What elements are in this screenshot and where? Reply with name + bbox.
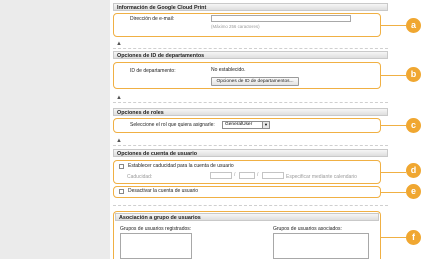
dept-id-label: ID de departamento: bbox=[130, 68, 176, 74]
associated-groups-list[interactable] bbox=[273, 233, 369, 259]
dept-section-header: Opciones de ID de departamentos bbox=[113, 51, 388, 59]
email-label: Dirección de e-mail: bbox=[130, 16, 175, 22]
callout-e: e bbox=[406, 184, 421, 199]
role-select[interactable]: GeneralUser ▼ bbox=[222, 121, 270, 129]
leader-line-b bbox=[381, 75, 406, 76]
deactivate-checkbox[interactable] bbox=[119, 189, 124, 194]
up-arrow-icon[interactable]: ▲ bbox=[116, 95, 122, 101]
expiry-checkbox-label: Establecer caducidad para la cuenta de u… bbox=[128, 163, 234, 169]
expiry-label: Caducidad: bbox=[127, 174, 153, 180]
leader-line-d bbox=[381, 172, 406, 173]
callout-b: b bbox=[406, 67, 421, 82]
expiry-year-input[interactable] bbox=[210, 172, 232, 179]
expiry-day-input[interactable] bbox=[262, 172, 284, 179]
leader-line-a bbox=[381, 25, 406, 26]
role-label: Seleccione el rol que quiera asignarle: bbox=[130, 122, 215, 128]
leader-line-e bbox=[381, 192, 406, 193]
email-input[interactable] bbox=[211, 15, 351, 22]
leader-line-f bbox=[381, 237, 406, 238]
calendar-link[interactable]: Especificar mediante calendario bbox=[286, 174, 357, 180]
deactivate-checkbox-label: Desactivar la cuenta de usuario bbox=[128, 188, 199, 194]
expiry-month-input[interactable] bbox=[239, 172, 255, 179]
callout-a: a bbox=[406, 18, 421, 33]
leader-line-c bbox=[381, 125, 406, 126]
callout-c: c bbox=[406, 118, 421, 133]
divider bbox=[113, 102, 388, 103]
email-hint: (Máximo 256 caracteres) bbox=[211, 24, 260, 29]
divider bbox=[113, 145, 388, 146]
registered-groups-list[interactable] bbox=[120, 233, 192, 259]
callout-f: f bbox=[406, 230, 421, 245]
chevron-down-icon: ▼ bbox=[262, 122, 269, 128]
divider bbox=[113, 205, 388, 206]
left-margin bbox=[0, 0, 110, 259]
associated-groups-label: Grupos de usuarios asociados: bbox=[273, 226, 342, 232]
callout-d: d bbox=[406, 163, 421, 178]
expiry-checkbox[interactable] bbox=[119, 164, 124, 169]
up-arrow-icon[interactable]: ▲ bbox=[116, 41, 122, 47]
date-separator: / bbox=[234, 172, 236, 178]
registered-groups-label: Grupos de usuarios registrados: bbox=[120, 226, 192, 232]
up-arrow-icon[interactable]: ▲ bbox=[116, 138, 122, 144]
date-separator: / bbox=[257, 172, 259, 178]
dept-id-settings-button[interactable]: Opciones de ID de departamentos... bbox=[211, 77, 299, 86]
gcp-section-header: Información de Google Cloud Print bbox=[113, 3, 388, 11]
divider bbox=[113, 48, 388, 49]
account-section-header: Opciones de cuenta de usuario bbox=[113, 149, 388, 157]
role-select-value: GeneralUser bbox=[225, 122, 253, 127]
roles-section-header: Opciones de roles bbox=[113, 108, 388, 116]
groups-section-header: Asociación a grupo de usuarios bbox=[115, 213, 379, 221]
dept-id-value: No establecido. bbox=[211, 67, 246, 73]
